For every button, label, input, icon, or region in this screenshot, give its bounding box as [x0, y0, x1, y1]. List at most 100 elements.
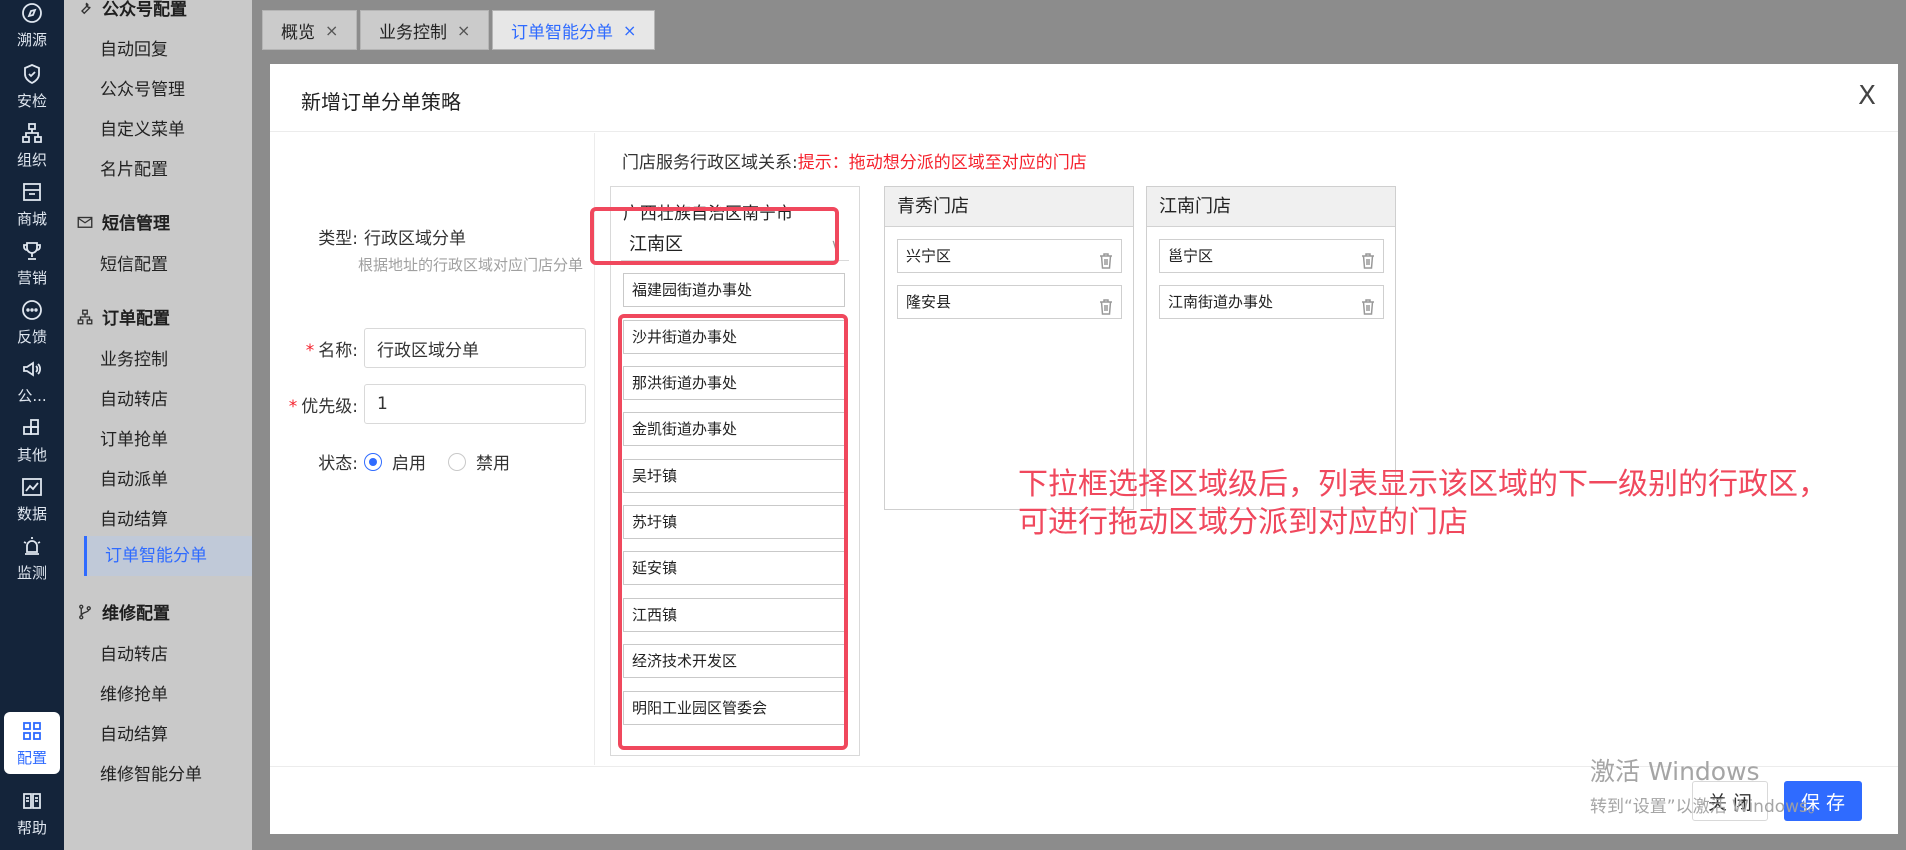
name-label: 名称: — [318, 340, 358, 361]
wrench-icon — [76, 0, 94, 17]
menu-item-repair-grab[interactable]: 维修抢单 — [100, 680, 168, 705]
menu-item-business-control[interactable]: 业务控制 — [100, 345, 168, 370]
store-region-item[interactable]: 江南街道办事处 — [1159, 285, 1384, 319]
menu-item-repair-transfer[interactable]: 自动转店 — [100, 640, 168, 665]
blocks-icon — [20, 416, 44, 440]
strategy-form: 类型: 行政区域分单 根据地址的行政区域对应门店分单 * 名称: 行政区域分单 *… — [270, 133, 595, 765]
trash-icon[interactable] — [1361, 248, 1375, 269]
menu-group-order[interactable]: 订单配置 — [76, 304, 170, 329]
menu-group-repair[interactable]: 维修配置 — [76, 599, 170, 624]
rail-item-label: 数据 — [16, 504, 47, 523]
tab-business-control[interactable]: 业务控制 × — [360, 10, 490, 50]
relation-label: 门店服务行政区域关系:提示：拖动想分派的区域至对应的门店 — [622, 153, 1087, 173]
close-icon[interactable]: × — [457, 21, 470, 40]
store-icon — [20, 180, 44, 204]
scroll-gutter — [1898, 54, 1906, 850]
rail-item-config[interactable]: 配置 — [4, 712, 60, 774]
modal-title: 新增订单分单策略 — [301, 90, 461, 114]
trash-icon[interactable] — [1361, 294, 1375, 315]
modal-header: 新增订单分单策略 X — [270, 64, 1898, 132]
menu-group-sms[interactable]: 短信管理 — [76, 209, 170, 234]
priority-row: * 优先级: 1 — [270, 384, 586, 424]
menu-item-auto-settle[interactable]: 自动结算 — [100, 505, 168, 530]
rail-item-trace[interactable]: 溯源 — [4, 0, 60, 56]
menu-item-auto-dispatch[interactable]: 自动派单 — [100, 465, 168, 490]
type-value: 行政区域分单 — [364, 229, 466, 249]
tab-bar: 概览 × 业务控制 × 订单智能分单 × — [252, 0, 1906, 54]
status-row: 状态: 启用 禁用 — [270, 449, 532, 474]
rail-item-other[interactable]: 其他 — [4, 409, 60, 471]
tab-overview[interactable]: 概览 × — [262, 10, 358, 50]
trash-icon[interactable] — [1099, 294, 1113, 315]
status-enabled-radio[interactable]: 启用 — [364, 449, 426, 474]
menu-item-order-smart-split[interactable]: 订单智能分单 — [84, 536, 252, 576]
trash-icon[interactable] — [1099, 248, 1113, 269]
radio-dot — [364, 452, 382, 471]
add-strategy-modal: 新增订单分单策略 X 类型: 行政区域分单 根据地址的行政区域对应门店分单 * 名… — [270, 64, 1898, 834]
menu-group-wechat[interactable]: 公众号配置 — [76, 0, 187, 20]
grid-icon — [20, 719, 44, 743]
rail-item-org[interactable]: 组织 — [4, 114, 60, 176]
rail-item-help[interactable]: 帮助 — [4, 782, 60, 844]
required-mark: * — [288, 396, 298, 417]
relation-tip: 提示：拖动想分派的区域至对应的门店 — [797, 153, 1087, 173]
menu-item-auto-reply[interactable]: 自动回复 — [100, 35, 168, 60]
rail-item-feedback[interactable]: 反馈 — [4, 291, 60, 353]
status-label: 状态: — [318, 454, 358, 474]
store-column-jiangnan: 江南门店 邕宁区 江南街道办事处 — [1146, 186, 1396, 510]
org-tree-icon — [76, 308, 94, 326]
mail-icon — [76, 213, 94, 231]
rail-item-monitor[interactable]: 监测 — [4, 527, 60, 589]
trophy-icon — [20, 239, 44, 263]
store-region-item[interactable]: 邕宁区 — [1159, 239, 1384, 273]
book-icon — [20, 789, 44, 813]
rail-item-label: 反馈 — [16, 327, 47, 346]
chat-bubble-icon — [20, 298, 44, 322]
store-region-item[interactable]: 隆安县 — [897, 285, 1122, 319]
rail-item-label: 公... — [17, 386, 47, 405]
menu-item-order-grab[interactable]: 订单抢单 — [100, 425, 168, 450]
tab-order-smart-split[interactable]: 订单智能分单 × — [492, 10, 656, 50]
name-input[interactable]: 行政区域分单 — [364, 328, 586, 368]
rail-item-data[interactable]: 数据 — [4, 468, 60, 530]
close-icon[interactable]: × — [623, 21, 636, 40]
store-name: 青秀门店 — [885, 187, 1133, 227]
menu-item-sms-config[interactable]: 短信配置 — [100, 250, 168, 275]
shield-check-icon — [20, 62, 44, 86]
type-hint: 根据地址的行政区域对应门店分单 — [358, 256, 584, 274]
menu-item-wechat-manage[interactable]: 公众号管理 — [100, 75, 185, 100]
rail-item-label: 商城 — [16, 209, 47, 228]
icon-rail: 溯源 安检 组织 商城 营销 反馈 公... 其他 数据 监测 配置 帮助 — [0, 0, 64, 850]
menu-item-repair-settle[interactable]: 自动结算 — [100, 720, 168, 745]
menu-item-repair-smart-split[interactable]: 维修智能分单 — [100, 760, 202, 785]
close-icon[interactable]: X — [1854, 83, 1880, 110]
alarm-icon — [20, 534, 44, 558]
rail-item-mall[interactable]: 商城 — [4, 173, 60, 235]
rail-item-label: 溯源 — [16, 30, 47, 49]
type-label: 类型: — [318, 229, 358, 249]
branch-icon — [76, 603, 94, 621]
priority-label: 优先级: — [301, 396, 358, 417]
windows-watermark: 激活 Windows 转到“设置”以激活 Windows。 — [1590, 757, 1825, 817]
rail-item-inspection[interactable]: 安检 — [4, 55, 60, 117]
menu-item-custom-menu[interactable]: 自定义菜单 — [100, 115, 185, 140]
org-tree-icon — [20, 121, 44, 145]
rail-item-label: 其他 — [16, 445, 47, 464]
menu-item-card-config[interactable]: 名片配置 — [100, 155, 168, 180]
compass-icon — [20, 1, 44, 25]
annotation-text: 下拉框选择区域级后，列表显示该区域的下一级别的行政区， 可进行拖动区域分派到对应… — [1018, 467, 1828, 540]
rail-item-label: 组织 — [16, 150, 47, 169]
store-column-qingxiu: 青秀门店 兴宁区 隆安县 — [884, 186, 1134, 510]
priority-input[interactable]: 1 — [364, 384, 586, 424]
store-name: 江南门店 — [1147, 187, 1395, 227]
annotation-box-list — [618, 314, 848, 750]
status-disabled-radio[interactable]: 禁用 — [448, 449, 510, 474]
rail-item-label: 营销 — [16, 268, 47, 287]
region-item[interactable]: 福建园街道办事处 — [623, 273, 845, 307]
rail-item-marketing[interactable]: 营销 — [4, 232, 60, 294]
rail-item-label: 配置 — [16, 748, 47, 767]
store-region-item[interactable]: 兴宁区 — [897, 239, 1122, 273]
menu-item-auto-transfer[interactable]: 自动转店 — [100, 385, 168, 410]
close-icon[interactable]: × — [325, 21, 338, 40]
rail-item-announce[interactable]: 公... — [4, 350, 60, 412]
